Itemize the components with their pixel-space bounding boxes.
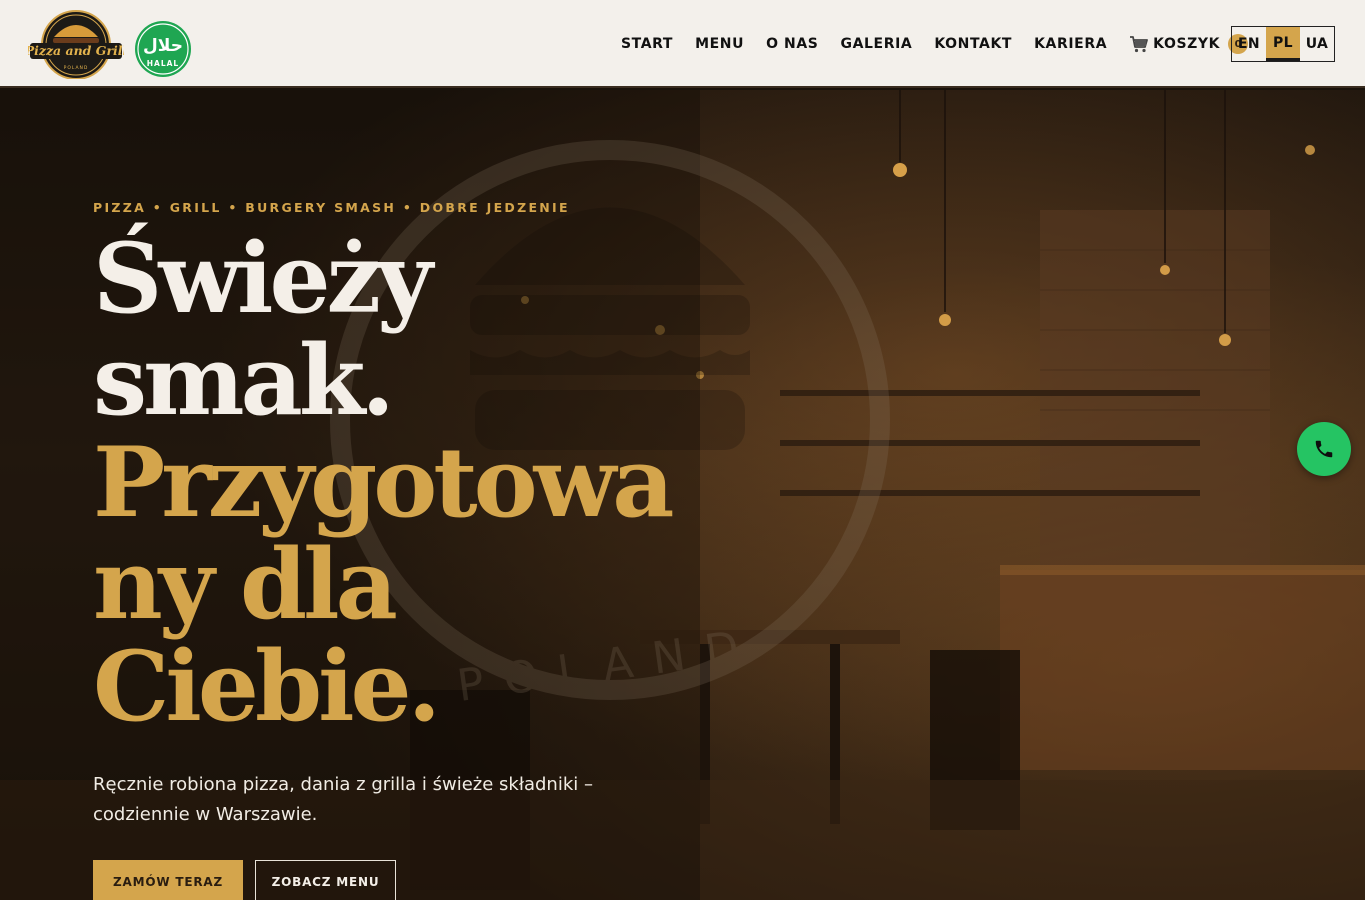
lang-pl[interactable]: PL: [1266, 27, 1300, 61]
lang-ua[interactable]: UA: [1300, 27, 1334, 61]
hero-section: POLAND PIZZA • GRILL • BURGERY SMASH • D…: [0, 90, 1365, 900]
halal-arabic-text: حلال: [143, 36, 183, 56]
lang-en[interactable]: EN: [1232, 27, 1266, 61]
nav-kariera[interactable]: KARIERA: [1034, 36, 1107, 52]
headline-line-1: Świeży: [93, 222, 433, 335]
headline-line-4: ny dla: [93, 528, 398, 641]
hero-subtext: Ręcznie robiona pizza, dania z grilla i …: [93, 774, 593, 825]
pizza-and-grill-logo[interactable]: Pizza and Grill POLAND: [28, 7, 124, 79]
main-nav: START MENU O NAS GALERIA KONTAKT KARIERA…: [610, 0, 1249, 88]
phone-call-button[interactable]: [1297, 422, 1351, 476]
site-header: Pizza and Grill POLAND حلال HALAL START …: [0, 0, 1365, 88]
hero-tagline: PIZZA • GRILL • BURGERY SMASH • DOBRE JE…: [93, 200, 570, 215]
cart-label: KOSZYK: [1153, 36, 1221, 52]
halal-text: HALAL: [147, 59, 179, 68]
headline-line-5: Ciebie.: [93, 630, 441, 743]
cart-icon: [1130, 36, 1149, 53]
order-now-button[interactable]: ZAMÓW TERAZ: [93, 860, 243, 900]
nav-o-nas[interactable]: O NAS: [766, 36, 818, 52]
nav-menu[interactable]: MENU: [695, 36, 744, 52]
phone-icon: [1315, 440, 1333, 458]
nav-kontakt[interactable]: KONTAKT: [934, 36, 1012, 52]
headline-line-3: Przygotowa: [93, 426, 674, 539]
nav-galeria[interactable]: GALERIA: [841, 36, 913, 52]
halal-badge: حلال HALAL: [134, 20, 192, 78]
view-menu-button[interactable]: ZOBACZ MENU: [255, 860, 396, 900]
hero-headline: Świeży smak. Przygotowa ny dla Ciebie.: [93, 222, 674, 743]
language-switcher: EN PL UA: [1231, 26, 1335, 62]
nav-start[interactable]: START: [621, 36, 673, 52]
logo-text: Pizza and Grill: [28, 43, 124, 58]
headline-line-2: smak.: [93, 324, 395, 437]
logo-subtext: POLAND: [64, 65, 89, 71]
